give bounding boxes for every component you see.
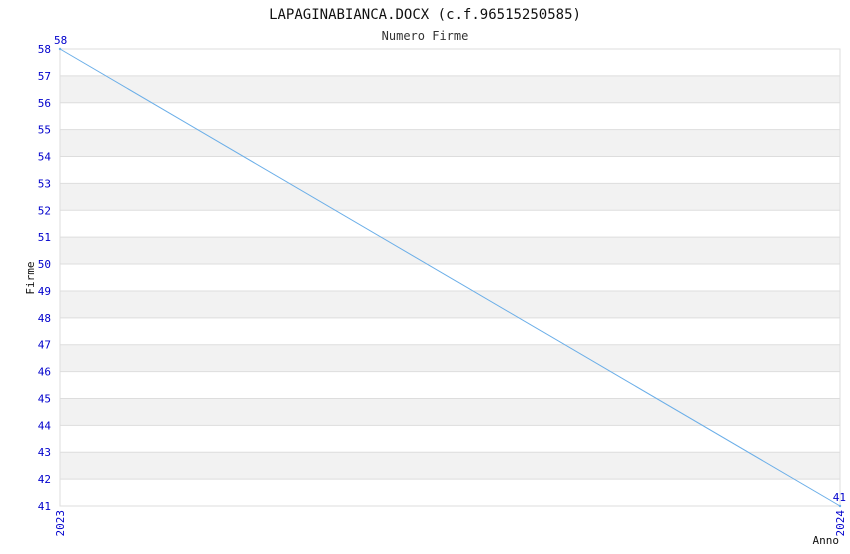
grid-band xyxy=(60,156,840,184)
y-tick-label: 43 xyxy=(38,446,51,459)
y-tick-label: 54 xyxy=(38,151,52,164)
chart-container: LAPAGINABIANCA.DOCX (c.f.96515250585) Nu… xyxy=(0,0,850,550)
y-tick-label: 56 xyxy=(38,97,51,110)
y-tick-label: 49 xyxy=(38,285,51,298)
y-tick-label: 51 xyxy=(38,231,51,244)
grid-band xyxy=(60,75,840,103)
grid-band xyxy=(60,425,840,453)
x-axis-ticks: 2023 2024 xyxy=(54,510,847,537)
line-chart: LAPAGINABIANCA.DOCX (c.f.96515250585) Nu… xyxy=(24,7,847,547)
x-tick-label: 2023 xyxy=(54,510,67,537)
grid-band xyxy=(60,102,840,130)
grid-band xyxy=(60,398,840,426)
x-axis-label: Anno xyxy=(813,534,840,547)
y-tick-label: 50 xyxy=(38,258,51,271)
grid-band xyxy=(60,49,840,76)
data-label: 41 xyxy=(833,491,846,504)
grid-band xyxy=(60,129,840,157)
y-tick-label: 57 xyxy=(38,70,51,83)
y-tick-label: 47 xyxy=(38,339,51,352)
x-tick-label: 2024 xyxy=(834,510,847,537)
y-axis-label: Firme xyxy=(24,261,37,294)
y-tick-label: 48 xyxy=(38,312,51,325)
y-tick-label: 53 xyxy=(38,177,51,190)
data-point xyxy=(58,47,62,51)
chart-title: LAPAGINABIANCA.DOCX (c.f.96515250585) xyxy=(269,7,581,23)
y-tick-label: 45 xyxy=(38,392,51,405)
y-tick-label: 44 xyxy=(38,419,52,432)
y-tick-label: 52 xyxy=(38,204,51,217)
y-tick-label: 41 xyxy=(38,500,51,513)
grid-band xyxy=(60,237,840,265)
y-tick-label: 46 xyxy=(38,366,51,379)
grid-band xyxy=(60,452,840,480)
grid-band xyxy=(60,479,840,506)
data-label: 58 xyxy=(54,34,67,47)
chart-subtitle: Numero Firme xyxy=(382,29,469,43)
y-tick-label: 58 xyxy=(38,43,51,56)
y-tick-label: 42 xyxy=(38,473,51,486)
grid-band xyxy=(60,210,840,238)
grid-band xyxy=(60,183,840,211)
y-axis-ticks: 41 42 43 44 45 46 47 48 49 50 51 52 53 54 55 56 57 58 xyxy=(38,43,52,513)
grid-band xyxy=(60,317,840,345)
y-tick-label: 55 xyxy=(38,124,51,137)
grid-band xyxy=(60,344,840,372)
grid-band xyxy=(60,290,840,318)
grid-band xyxy=(60,371,840,399)
data-point xyxy=(838,504,842,508)
